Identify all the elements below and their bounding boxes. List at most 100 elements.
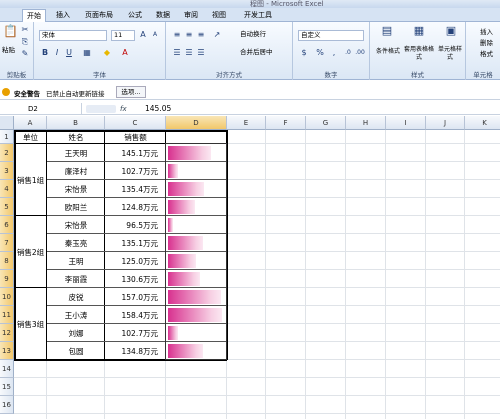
spreadsheet-grid[interactable]: ABCDEFGHIJK 1 2 3 4 5 6 7 8 9 10 11 12 13 14 15 16 单位 姓名… bbox=[0, 116, 500, 419]
row-header-14[interactable]: 14 bbox=[0, 360, 14, 378]
gridline-row bbox=[14, 395, 500, 396]
number-format-select[interactable]: 自定义 bbox=[298, 30, 364, 41]
paste-button[interactable]: 粘贴 bbox=[2, 44, 15, 54]
column-header-a[interactable]: A bbox=[14, 116, 47, 130]
row-header-1[interactable]: 1 bbox=[0, 130, 14, 144]
align-center-icon[interactable]: ☰ bbox=[184, 48, 194, 58]
insert-cells-button[interactable]: 插入 bbox=[480, 26, 493, 36]
cell-styles-icon[interactable]: ▣ bbox=[444, 25, 458, 40]
row-header-10[interactable]: 10 bbox=[0, 288, 14, 306]
fx-icon[interactable]: fx bbox=[120, 103, 127, 115]
format-table-icon[interactable]: ▦ bbox=[412, 25, 426, 40]
security-options-button[interactable]: 选项... bbox=[116, 86, 146, 98]
conditional-format-button[interactable]: 条件格式 bbox=[372, 46, 404, 55]
column-header-h[interactable]: H bbox=[346, 116, 386, 130]
column-header-f[interactable]: F bbox=[266, 116, 306, 130]
select-all-corner[interactable] bbox=[0, 116, 14, 130]
cut-icon[interactable]: ✂ bbox=[20, 25, 30, 35]
column-header-k[interactable]: K bbox=[465, 116, 500, 130]
row-header-2[interactable]: 2 bbox=[0, 144, 14, 162]
tab-home[interactable]: 开始 bbox=[22, 9, 46, 22]
sales-cell: 102.7万元 bbox=[121, 166, 158, 176]
row-header-15[interactable]: 15 bbox=[0, 378, 14, 396]
column-header-j[interactable]: J bbox=[426, 116, 465, 130]
grow-font-icon[interactable]: A bbox=[138, 30, 148, 40]
decrease-decimal-icon[interactable]: .00 bbox=[355, 48, 365, 58]
row-header-11[interactable]: 11 bbox=[0, 306, 14, 324]
table-border bbox=[46, 130, 47, 360]
percent-icon[interactable]: % bbox=[315, 48, 325, 58]
tab-data[interactable]: 数据 bbox=[152, 9, 174, 21]
security-message: 已禁止自动更新链接 bbox=[46, 90, 105, 98]
increase-decimal-icon[interactable]: .0 bbox=[343, 48, 353, 58]
name-cell: 秦玉亮 bbox=[64, 238, 88, 248]
tab-page-layout[interactable]: 页面布局 bbox=[80, 9, 118, 21]
name-box[interactable]: D2 bbox=[0, 103, 82, 115]
formula-controls[interactable] bbox=[86, 105, 116, 113]
fill-color-icon[interactable]: ◆ bbox=[102, 48, 112, 58]
gridline-col bbox=[265, 130, 266, 419]
align-top-icon[interactable]: ≡ bbox=[172, 30, 182, 40]
row-header-13[interactable]: 13 bbox=[0, 342, 14, 360]
row-header-6[interactable]: 6 bbox=[0, 216, 14, 234]
tab-view[interactable]: 视图 bbox=[208, 9, 230, 21]
row-header-8[interactable]: 8 bbox=[0, 252, 14, 270]
font-color-icon[interactable]: A bbox=[120, 48, 130, 58]
formula-input[interactable]: 145.05 bbox=[145, 103, 171, 115]
font-name-select[interactable]: 宋体 bbox=[39, 30, 107, 41]
border-icon[interactable]: ▦ bbox=[82, 48, 92, 58]
column-header-g[interactable]: G bbox=[306, 116, 346, 130]
group-label: 单元格 bbox=[473, 71, 493, 79]
merge-center-button[interactable]: 合并后居中 bbox=[238, 48, 292, 59]
tab-developer[interactable]: 开发工具 bbox=[240, 9, 276, 21]
bold-icon[interactable]: B bbox=[40, 48, 50, 58]
name-cell: 王天明 bbox=[64, 148, 88, 158]
align-bottom-icon[interactable]: ≡ bbox=[196, 30, 206, 40]
group-label: 销售3组 bbox=[14, 288, 47, 360]
group-label: 销售1组 bbox=[14, 144, 47, 216]
conditional-format-icon[interactable]: ▤ bbox=[380, 25, 394, 40]
tab-formulas[interactable]: 公式 bbox=[124, 9, 146, 21]
comma-icon[interactable]: , bbox=[329, 48, 339, 58]
align-left-icon[interactable]: ☰ bbox=[172, 48, 182, 58]
column-header-e[interactable]: E bbox=[227, 116, 266, 130]
group-label: 样式 bbox=[411, 71, 424, 79]
tab-review[interactable]: 审阅 bbox=[180, 9, 202, 21]
paste-icon[interactable]: 📋 bbox=[3, 25, 18, 42]
row-header-4[interactable]: 4 bbox=[0, 180, 14, 198]
column-header-c[interactable]: C bbox=[105, 116, 166, 130]
ribbon-tabs: 开始 插入 页面布局 公式 数据 审阅 视图 开发工具 bbox=[0, 8, 500, 22]
group-cells: 插入 删除 格式 单元格 bbox=[466, 22, 500, 80]
font-size-select[interactable]: 11 bbox=[111, 30, 135, 41]
shrink-font-icon[interactable]: A bbox=[150, 30, 160, 40]
row-header-7[interactable]: 7 bbox=[0, 234, 14, 252]
format-table-button[interactable]: 套用表格格式 bbox=[404, 46, 434, 62]
gridline-col bbox=[425, 130, 426, 419]
cell-styles-button[interactable]: 单元格样式 bbox=[436, 46, 464, 62]
column-header-i[interactable]: I bbox=[386, 116, 426, 130]
align-right-icon[interactable]: ☰ bbox=[196, 48, 206, 58]
row-header-3[interactable]: 3 bbox=[0, 162, 14, 180]
align-middle-icon[interactable]: ≡ bbox=[184, 30, 194, 40]
row-header-9[interactable]: 9 bbox=[0, 270, 14, 288]
column-header-b[interactable]: B bbox=[47, 116, 105, 130]
group-styles: ▤ 条件格式 ▦ 套用表格格式 ▣ 单元格样式 样式 bbox=[370, 22, 466, 80]
column-header-d[interactable]: D bbox=[166, 116, 227, 130]
row-header-5[interactable]: 5 bbox=[0, 198, 14, 216]
italic-icon[interactable]: I bbox=[52, 48, 62, 58]
orientation-icon[interactable]: ↗ bbox=[212, 30, 222, 40]
header-unit: 单位 bbox=[23, 132, 38, 142]
tab-insert[interactable]: 插入 bbox=[52, 9, 74, 21]
underline-icon[interactable]: U bbox=[64, 48, 74, 58]
wrap-text-button[interactable]: 自动换行 bbox=[238, 30, 290, 41]
copy-icon[interactable]: ⎘ bbox=[20, 37, 30, 47]
format-painter-icon[interactable]: ✎ bbox=[20, 49, 30, 59]
format-cells-button[interactable]: 格式 bbox=[480, 48, 493, 58]
row-header-16[interactable]: 16 bbox=[0, 396, 14, 414]
sales-cell: 135.4万元 bbox=[121, 184, 158, 194]
delete-cells-button[interactable]: 删除 bbox=[480, 37, 493, 47]
currency-icon[interactable]: $ bbox=[299, 48, 309, 58]
row-header-12[interactable]: 12 bbox=[0, 324, 14, 342]
group-label: 字体 bbox=[93, 71, 106, 79]
sales-cell: 125.0万元 bbox=[121, 256, 158, 266]
